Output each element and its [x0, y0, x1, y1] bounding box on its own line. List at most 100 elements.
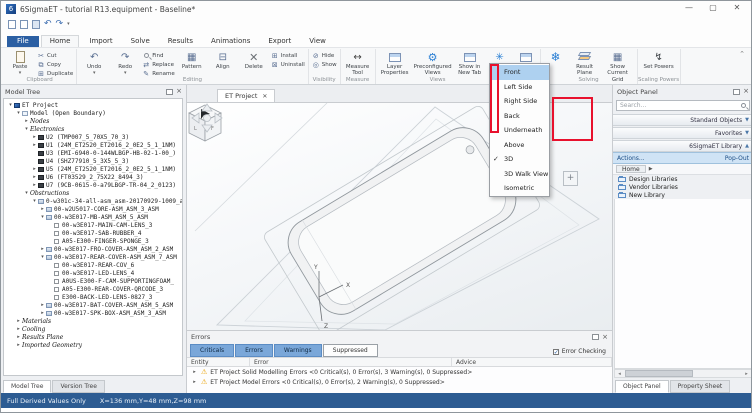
preconfigured-views-button[interactable]: ⚙Preconfigured Views — [414, 50, 452, 77]
tab-version-tree[interactable]: Version Tree — [52, 380, 104, 393]
section-6sigmaet-library[interactable]: 6SigmaET Library ▲ — [613, 140, 752, 152]
show-button[interactable]: ◎Show — [312, 61, 337, 69]
tree-expander-icon[interactable]: ▾ — [15, 110, 22, 116]
tree-expander-icon[interactable]: ▾ — [7, 102, 14, 108]
set-powers-button[interactable]: ↯Set Powers — [641, 50, 677, 70]
search-input[interactable]: Search... — [616, 100, 750, 111]
tree-item[interactable]: ▾ET Project — [5, 101, 182, 109]
delete-button[interactable]: ✕Delete — [240, 50, 268, 70]
replace-button[interactable]: ⇄Replace — [142, 61, 175, 69]
tree-item[interactable]: U3 (EMI-6940-0-144WLBGP-HB-02-1-00_) — [5, 149, 182, 157]
tree-item[interactable]: ▾Electronics — [5, 125, 182, 133]
tree-item[interactable]: ▾Model (Open Boundary) — [5, 109, 182, 117]
tree-item[interactable]: 00-w3E017-MAIN-CAM-LENS_3 — [5, 221, 182, 229]
copy-button[interactable]: ⧉Copy — [37, 61, 73, 69]
library-item-vendor[interactable]: Vendor Libraries — [613, 183, 752, 191]
column-entity[interactable]: Entity — [187, 358, 250, 366]
tree-item[interactable]: ▸U6 (FT03529_2_75X22_8494_3) — [5, 173, 182, 181]
column-advice[interactable]: Advice — [452, 358, 612, 366]
tree-expander-icon[interactable]: ▾ — [39, 254, 46, 260]
tree-expander-icon[interactable]: ▸ — [31, 174, 38, 180]
close-panel-icon[interactable]: × — [743, 88, 749, 95]
redo-icon[interactable]: ↷ — [56, 20, 64, 29]
tree-expander-icon[interactable]: ▾ — [39, 214, 46, 220]
library-item-design[interactable]: Design Libraries — [613, 175, 752, 183]
new-document-icon[interactable] — [8, 20, 16, 29]
tree-item[interactable]: ▾0-w301c-34-all-asm_asm-20170929-1009_as… — [5, 197, 182, 205]
close-button[interactable]: ✕ — [725, 1, 749, 15]
tree-item[interactable]: ▾00-w3E017-MB-ASM_ASM_5_ASM — [5, 213, 182, 221]
float-panel-icon[interactable] — [592, 334, 599, 340]
pop-out-button[interactable]: Pop-Out — [725, 155, 749, 162]
tree-item-checkbox[interactable] — [54, 263, 59, 268]
menu-item-3d[interactable]: ✓3D — [490, 152, 549, 167]
tree-item-checkbox[interactable] — [54, 239, 59, 244]
tab-view[interactable]: View — [301, 36, 334, 47]
tab-warnings[interactable]: Warnings — [274, 344, 322, 357]
scroll-left-icon[interactable]: ◂ — [615, 371, 624, 377]
tree-expander-icon[interactable]: ▸ — [39, 206, 46, 212]
tree-item[interactable]: 00-w3E017-LED-LENS_4 — [5, 269, 182, 277]
minimize-button[interactable]: — — [677, 1, 701, 15]
tree-expander-icon[interactable]: ▸ — [39, 310, 46, 316]
error-row[interactable]: ▸ ⚠ ET Project Solid Modelling Errors <0… — [187, 367, 612, 377]
tree-item[interactable]: 00-w3E017-REAR-COV_6 — [5, 261, 182, 269]
row-expander-icon[interactable]: ▸ — [191, 369, 198, 375]
tree-item[interactable]: ▸00-w3E017-SPK-BOX-ASM_ASM_3_ASM — [5, 309, 182, 317]
solve-button[interactable]: ❄ — [544, 50, 568, 63]
tree-item-checkbox[interactable] — [54, 295, 59, 300]
library-item-new[interactable]: New Library — [613, 191, 752, 199]
tree-item[interactable]: ▸00-w3E017-BAT-COVER-ASM_ASM_5_ASM — [5, 301, 182, 309]
tree-item-checkbox[interactable] — [54, 279, 59, 284]
menu-item-above[interactable]: Above — [490, 138, 549, 153]
tree-item[interactable]: ▸U2 (TMP007_5_70X5_70_3) — [5, 133, 182, 141]
column-error[interactable]: Error — [250, 358, 452, 366]
tree-item[interactable]: ▸00-w3E017-FRO-COVER-ASM_ASM_2_ASM — [5, 245, 182, 253]
tree-item[interactable]: ▾Obstructions — [5, 189, 182, 197]
tree-item[interactable]: E300-BACK-LED-LENS-0827_3 — [5, 293, 182, 301]
error-checking-toggle[interactable]: ✓ Error Checking — [553, 348, 606, 357]
layer-properties-button[interactable]: Layer Properties — [379, 50, 411, 77]
find-button[interactable]: Find — [142, 52, 175, 60]
tree-expander-icon[interactable]: ▾ — [23, 190, 30, 196]
tree-item[interactable]: 00-w3E017-SAB-RUBBER_4 — [5, 229, 182, 237]
float-panel-icon[interactable] — [166, 89, 173, 95]
paste-button[interactable]: Paste▾ — [6, 50, 34, 77]
tab-results[interactable]: Results — [160, 36, 201, 47]
row-expander-icon[interactable]: ▸ — [191, 379, 198, 385]
undo-icon[interactable]: ↶ — [44, 20, 52, 29]
pan-control[interactable] — [187, 103, 227, 133]
tab-file[interactable]: File — [7, 36, 39, 47]
hide-button[interactable]: ⊘Hide — [312, 52, 337, 60]
tab-errors[interactable]: Errors — [235, 344, 273, 357]
tab-home[interactable]: Home — [41, 35, 80, 47]
tree-expander-icon[interactable]: ▸ — [31, 134, 38, 140]
close-panel-icon[interactable]: × — [176, 88, 182, 95]
tree-item[interactable]: ▸U5 (24M_ET2520_ET2016_2_0E2_5_1_1NM) — [5, 165, 182, 173]
tree-expander-icon[interactable]: ▸ — [15, 318, 22, 324]
tree-item[interactable]: ▸Materials — [5, 317, 182, 325]
tab-import[interactable]: Import — [81, 36, 120, 47]
align-button[interactable]: ⊟Align — [209, 50, 237, 70]
tree-expander-icon[interactable]: ▸ — [15, 342, 22, 348]
viewport-tab-et-project[interactable]: ET Project ✕ — [217, 89, 275, 102]
tree-item-checkbox[interactable] — [54, 223, 59, 228]
save-icon[interactable] — [32, 20, 40, 29]
search-icon[interactable] — [741, 103, 746, 108]
zoom-in-button[interactable]: + — [563, 171, 578, 186]
tree-expander-icon[interactable]: ▸ — [31, 182, 38, 188]
view-window-button[interactable] — [515, 50, 537, 63]
tree-expander-icon[interactable]: ▸ — [15, 334, 22, 340]
menu-item-3d-walk-view[interactable]: 3D Walk View — [490, 167, 549, 182]
tree-item[interactable]: ▸00-w2U5017-CORE-ASM_ASM_3_ASM — [5, 205, 182, 213]
tab-export[interactable]: Export — [260, 36, 299, 47]
scroll-right-icon[interactable]: ▸ — [742, 371, 751, 377]
cut-button[interactable]: ✂Cut — [37, 52, 73, 60]
tree-item[interactable]: A05-E300-REAR-COVER-QRCODE_3 — [5, 285, 182, 293]
tree-expander-icon[interactable]: ▸ — [39, 302, 46, 308]
tree-item[interactable]: U4 (SHZ77910_5_3X5_5_3) — [5, 157, 182, 165]
tree-item[interactable]: ▸U1 (24M_ET2520_ET2016_2_0E2_5_1_1NM) — [5, 141, 182, 149]
tree-item[interactable]: ▸Imported Geometry — [5, 341, 182, 349]
actions-menu[interactable]: Actions... — [617, 155, 645, 162]
tab-suppressed[interactable]: Suppressed — [323, 344, 378, 357]
